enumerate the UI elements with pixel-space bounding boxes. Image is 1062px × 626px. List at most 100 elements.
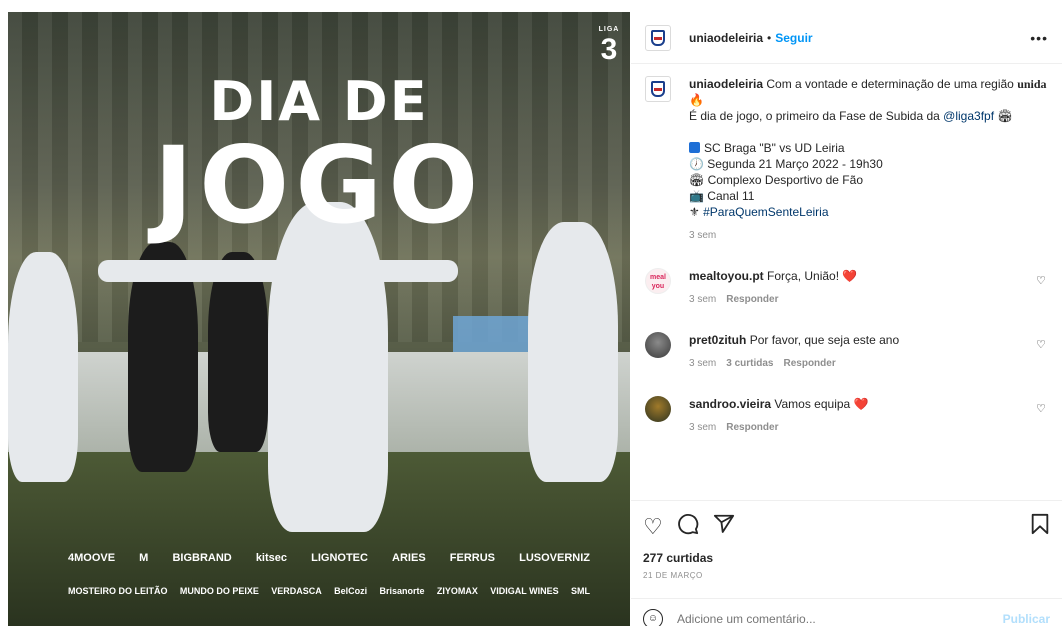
fire-emoji: 🔥 bbox=[689, 93, 704, 107]
avatar[interactable] bbox=[645, 396, 671, 422]
stadium-emoji: 🏟 bbox=[997, 109, 1013, 123]
heart-icon[interactable]: ♡ bbox=[643, 514, 663, 540]
sponsor-logo: MOSTEIRO DO LEITÃO bbox=[68, 586, 168, 596]
caption-body: uniaodeleiria Com a vontade e determinaç… bbox=[689, 76, 1052, 244]
sponsor-logo: LUSOVERNIZ bbox=[519, 552, 590, 564]
club-crest-icon bbox=[651, 81, 665, 97]
comment-meta: 3 sem 3 curtidas Responder bbox=[689, 356, 1029, 372]
follow-button[interactable]: Seguir bbox=[775, 31, 812, 45]
comment-like-heart-icon[interactable]: ♡ bbox=[1036, 274, 1046, 287]
reply-button[interactable]: Responder bbox=[783, 358, 835, 369]
post-side-panel: uniaodeleiria • Seguir ••• uniaodeleiria… bbox=[631, 12, 1062, 626]
bookmark-icon[interactable] bbox=[1030, 513, 1050, 541]
more-options-icon[interactable]: ••• bbox=[1030, 30, 1048, 46]
sponsor-logo: VIDIGAL WINES bbox=[490, 586, 559, 596]
celebrating-player bbox=[268, 202, 388, 532]
instagram-post-view: DIA DE JOGO LIGA 3 4MOOVE M BIGBRAND kit… bbox=[0, 0, 1062, 626]
comment-body: mealtoyou.pt Força, União! ❤️ 3 sem Respo… bbox=[689, 268, 1029, 308]
avatar[interactable] bbox=[645, 76, 671, 102]
liga3-badge-number: 3 bbox=[600, 33, 618, 66]
sponsor-logo: kitsec bbox=[255, 552, 288, 564]
likes-count[interactable]: 277 curtidas bbox=[631, 541, 1062, 565]
sponsors-row-1: 4MOOVE M BIGBRAND kitsec LIGNOTEC ARIES … bbox=[68, 552, 590, 564]
tv-text: Canal 11 bbox=[707, 189, 755, 203]
add-comment-bar: ☺ Publicar bbox=[631, 598, 1062, 626]
celebrating-player-arms bbox=[98, 260, 458, 282]
comment-item: meal you mealtoyou.pt Força, União! ❤️ 3… bbox=[645, 268, 1052, 308]
tv-icon: 📺 bbox=[689, 189, 708, 203]
reply-button[interactable]: Responder bbox=[726, 422, 778, 433]
header-username[interactable]: uniaodeleiria bbox=[689, 31, 763, 45]
separator: • bbox=[767, 30, 772, 45]
comment-icon[interactable] bbox=[677, 513, 699, 541]
sponsors-row-2: MOSTEIRO DO LEITÃO MUNDO DO PEIXE VERDAS… bbox=[68, 586, 590, 596]
liga3-badge-top: LIGA bbox=[598, 26, 620, 33]
avatar[interactable] bbox=[645, 332, 671, 358]
comment-time[interactable]: 3 sem bbox=[689, 358, 716, 369]
mention-link[interactable]: @liga3fpf bbox=[943, 109, 994, 123]
match-text: SC Braga "B" vs UD Leiria bbox=[704, 141, 845, 155]
hashtag-link[interactable]: #ParaQuemSenteLeiria bbox=[703, 205, 828, 219]
blue-square-icon bbox=[689, 142, 700, 153]
datetime-text: Segunda 21 Março 2022 - 19h30 bbox=[707, 157, 883, 171]
comment-like-heart-icon[interactable]: ♡ bbox=[1036, 402, 1046, 415]
comment-input[interactable] bbox=[677, 611, 977, 626]
caption-username[interactable]: uniaodeleiria bbox=[689, 77, 763, 91]
send-icon-svg bbox=[713, 514, 734, 533]
sponsor-logo: LIGNOTEC bbox=[311, 552, 368, 564]
sponsor-logo: BIGBRAND bbox=[172, 552, 232, 564]
club-crest-icon bbox=[651, 29, 665, 46]
send-icon[interactable] bbox=[713, 513, 735, 541]
comment-text: Por favor, que seja este ano bbox=[749, 333, 900, 347]
venue-text: Complexo Desportivo de Fão bbox=[707, 173, 863, 187]
action-bar: ♡ bbox=[631, 501, 1062, 541]
comment-text: Vamos equipa ❤️ bbox=[774, 397, 869, 411]
sponsor-logo: SML bbox=[570, 586, 590, 596]
comment-body: pret0zituh Por favor, que seja este ano … bbox=[689, 332, 1029, 372]
comment-item: pret0zituh Por favor, que seja este ano … bbox=[645, 332, 1052, 372]
caption-line2: É dia de jogo, o primeiro da Fase de Sub… bbox=[689, 109, 944, 123]
reply-button[interactable]: Responder bbox=[726, 294, 778, 305]
caption-meta: 3 sem bbox=[689, 228, 1052, 244]
caption: uniaodeleiria Com a vontade e determinaç… bbox=[645, 76, 1052, 244]
post-image[interactable]: DIA DE JOGO LIGA 3 4MOOVE M BIGBRAND kit… bbox=[8, 12, 630, 626]
caption-time[interactable]: 3 sem bbox=[689, 230, 716, 241]
post-header: uniaodeleiria • Seguir ••• bbox=[631, 12, 1062, 64]
sponsor-logo: 4MOOVE bbox=[68, 552, 116, 564]
comment-username[interactable]: pret0zituh bbox=[689, 333, 746, 347]
image-title-line2: JOGO bbox=[153, 124, 485, 247]
comment-text: Força, União! ❤️ bbox=[767, 269, 858, 283]
comments-list[interactable]: uniaodeleiria Com a vontade e determinaç… bbox=[631, 76, 1062, 484]
sponsor-logo: M bbox=[139, 552, 149, 564]
comment-time[interactable]: 3 sem bbox=[689, 294, 716, 305]
publish-button[interactable]: Publicar bbox=[1003, 612, 1050, 626]
comment-like-heart-icon[interactable]: ♡ bbox=[1036, 338, 1046, 351]
comment-meta: 3 sem Responder bbox=[689, 292, 1029, 308]
sponsor-logo: Brisanorte bbox=[379, 586, 425, 596]
teammate-player bbox=[8, 252, 78, 482]
comment-icon-svg bbox=[677, 514, 699, 535]
liga3-badge: LIGA 3 bbox=[596, 26, 622, 76]
comment-likes-count[interactable]: 3 curtidas bbox=[726, 358, 773, 369]
sponsor-logo: MUNDO DO PEIXE bbox=[179, 586, 259, 596]
sponsor-logo: BelCozi bbox=[334, 586, 368, 596]
avatar[interactable] bbox=[645, 24, 671, 51]
post-date[interactable]: 21 DE MARÇO bbox=[631, 565, 1062, 580]
comment-time[interactable]: 3 sem bbox=[689, 422, 716, 433]
sponsor-logo: FERRUS bbox=[449, 552, 495, 564]
comment-username[interactable]: sandroo.vieira bbox=[689, 397, 771, 411]
caption-bold-text: unida bbox=[1017, 77, 1047, 91]
opponent-player bbox=[208, 252, 268, 452]
caption-text: Com a vontade e determinação de uma regi… bbox=[766, 77, 1018, 91]
comment-username[interactable]: mealtoyou.pt bbox=[689, 269, 764, 283]
sponsor-logo: ARIES bbox=[392, 552, 426, 564]
avatar[interactable]: meal you bbox=[645, 268, 671, 294]
fleur-icon: ⚜ bbox=[689, 205, 704, 219]
emoji-icon[interactable]: ☺ bbox=[643, 608, 663, 626]
comment-body: sandroo.vieira Vamos equipa ❤️ 3 sem Resp… bbox=[689, 396, 1029, 436]
stadium-icon: 🏟 bbox=[689, 173, 708, 187]
comment-item: sandroo.vieira Vamos equipa ❤️ 3 sem Resp… bbox=[645, 396, 1052, 436]
sponsor-logo: ZIYOMAX bbox=[436, 586, 478, 596]
sponsor-logo: VERDASCA bbox=[271, 586, 322, 596]
comment-meta: 3 sem Responder bbox=[689, 420, 1029, 436]
